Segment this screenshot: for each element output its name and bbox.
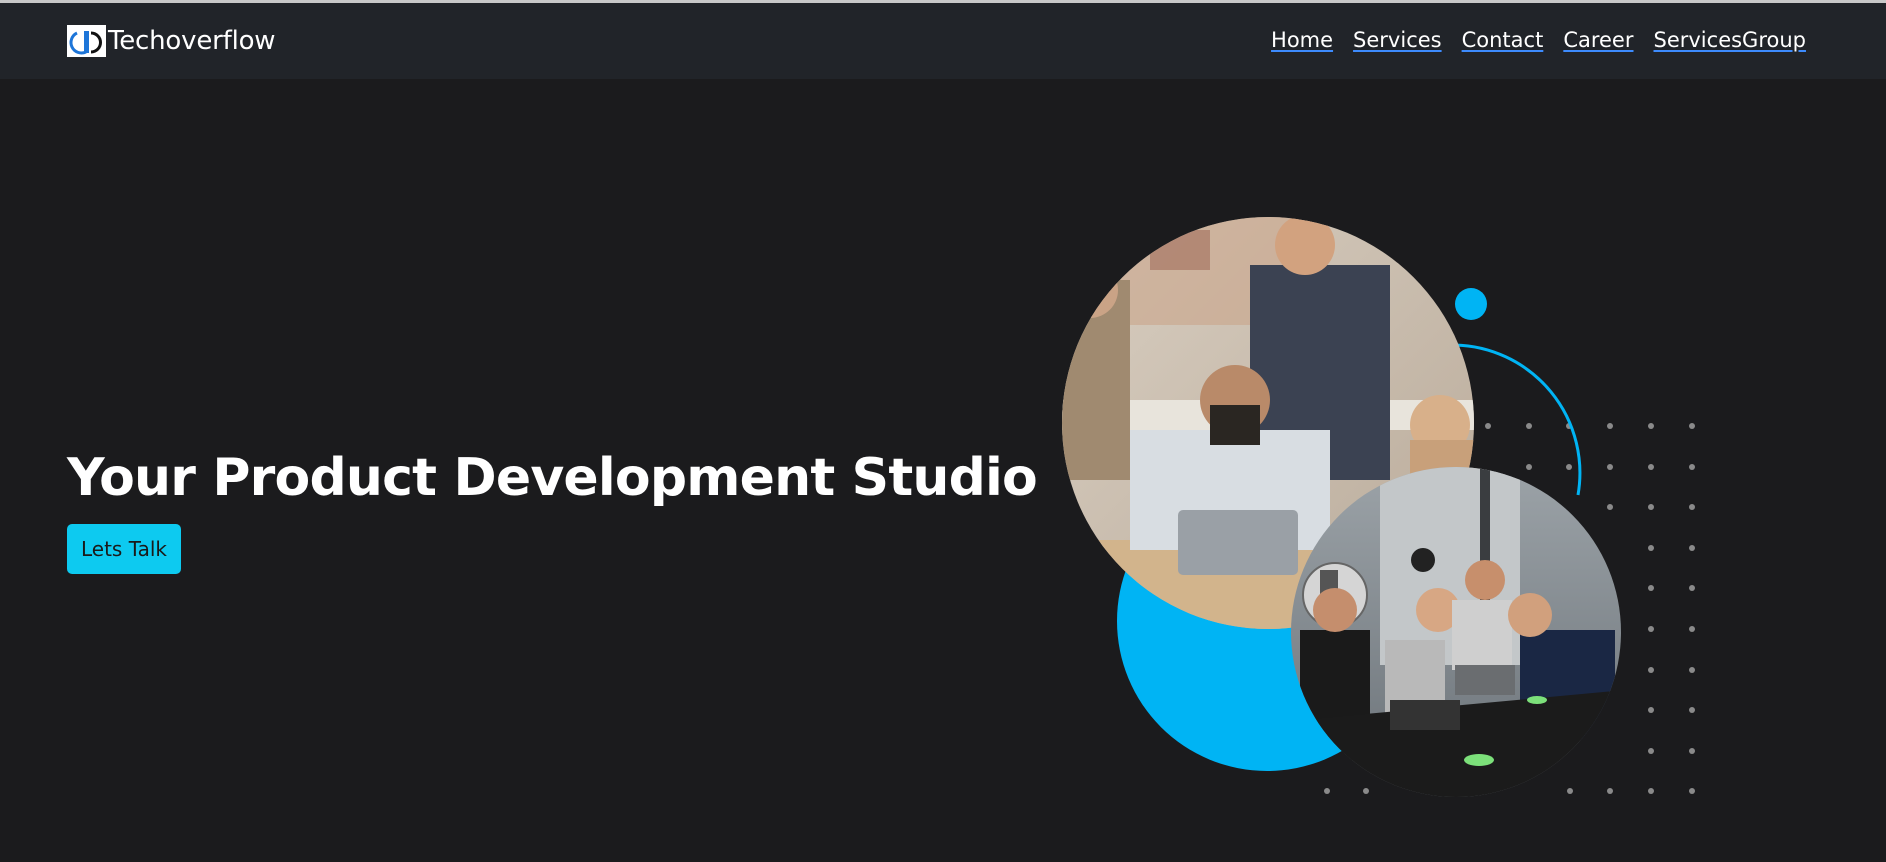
hero-illustration	[1062, 217, 1695, 797]
accent-dot-decoration	[1455, 288, 1487, 320]
